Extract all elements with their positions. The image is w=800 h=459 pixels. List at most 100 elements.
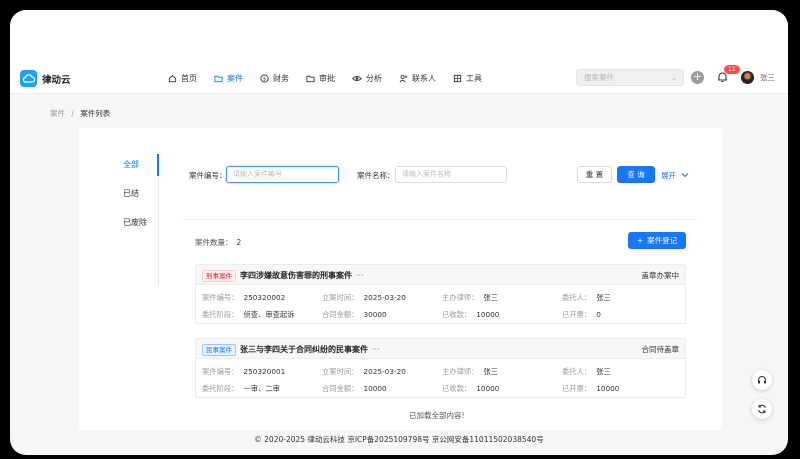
field-value: 0 bbox=[596, 310, 601, 319]
folder-icon bbox=[214, 75, 223, 83]
chevron-down-icon: ⌄ bbox=[670, 73, 677, 82]
chevron-down-icon bbox=[682, 173, 689, 178]
nav-item-approval[interactable]: 审批 bbox=[306, 63, 335, 94]
sidebar-item-all[interactable]: 全部 bbox=[79, 150, 158, 179]
field-received: 已收款： 10000 bbox=[442, 310, 499, 320]
device-frame: 律动云 首页 案件 $ 财务 审批 分析 联系人 工具 搜索案件 ⌄ + 11 … bbox=[0, 0, 800, 459]
field-value: 张三 bbox=[483, 367, 499, 376]
field-key: 立案时间： bbox=[322, 293, 359, 302]
nav-item-tools[interactable]: 工具 bbox=[453, 63, 482, 94]
field-case-number: 案件编号： 250320002 bbox=[202, 293, 285, 303]
field-value: 张三 bbox=[596, 367, 611, 376]
field-filing-date: 立案时间： 2025-03-20 bbox=[322, 293, 406, 303]
field-key: 委托人： bbox=[562, 367, 592, 376]
case-card-civil[interactable]: 民事案件 张三与李四关于合同纠纷的民事案件 ··· 合同待盖章 案件编号： 2503… bbox=[195, 338, 686, 398]
case-title[interactable]: 李四涉嫌故意伤害罪的刑事案件 ··· bbox=[240, 270, 364, 281]
field-key: 合同金额： bbox=[322, 384, 359, 393]
field-value: 250320002 bbox=[243, 293, 286, 302]
eye-icon bbox=[352, 76, 362, 81]
app-window: 律动云 首页 案件 $ 财务 审批 分析 联系人 工具 搜索案件 ⌄ + 11 … bbox=[10, 10, 788, 455]
case-card-header: 民事案件 张三与李四关于合同纠纷的民事案件 ··· 合同待盖章 bbox=[196, 339, 685, 359]
case-count: 案件数量： 2 bbox=[195, 237, 241, 248]
field-lead-lawyer: 主办律师： 张三 bbox=[442, 293, 498, 303]
field-stage: 委托阶段： 一审、二审 bbox=[202, 384, 280, 394]
nav-item-cases[interactable]: 案件 bbox=[214, 63, 243, 94]
field-key: 已开票： bbox=[562, 310, 592, 319]
case-number-input[interactable]: 请输入案件编号 bbox=[226, 166, 339, 183]
field-key: 已收款： bbox=[442, 310, 472, 319]
case-search-placeholder: 搜索案件 bbox=[584, 73, 614, 82]
main-nav: 首页 案件 $ 财务 审批 分析 联系人 工具 bbox=[168, 63, 499, 94]
sidebar-item-closed[interactable]: 已结 bbox=[79, 179, 158, 208]
field-contract-amount: 合同金额： 30000 bbox=[322, 310, 387, 320]
field-key: 委托阶段： bbox=[202, 310, 239, 319]
field-value: 10000 bbox=[363, 384, 387, 393]
top-blank-area bbox=[10, 10, 788, 63]
case-name-input[interactable]: 请输入案件名称 bbox=[395, 166, 507, 183]
nav-item-analysis[interactable]: 分析 bbox=[352, 63, 382, 94]
case-count-value: 2 bbox=[236, 238, 242, 247]
field-value: 30000 bbox=[363, 310, 387, 319]
support-headset-button[interactable] bbox=[752, 370, 772, 390]
field-key: 委托人： bbox=[562, 293, 592, 302]
case-type-tag: 刑事案件 bbox=[202, 270, 236, 282]
query-button[interactable]: 查 询 bbox=[617, 166, 655, 183]
field-received: 已收款： 10000 bbox=[442, 384, 499, 394]
field-key: 案件编号： bbox=[202, 293, 239, 302]
more-icon[interactable]: ··· bbox=[356, 271, 364, 280]
nav-label-analysis: 分析 bbox=[366, 74, 382, 83]
dollar-icon: $ bbox=[260, 74, 269, 83]
case-count-label: 案件数量： bbox=[195, 238, 233, 247]
contacts-icon bbox=[399, 74, 408, 83]
case-search-select[interactable]: 搜索案件 ⌄ bbox=[576, 69, 684, 86]
headset-icon bbox=[758, 376, 766, 384]
filter-divider bbox=[182, 219, 698, 220]
add-plus-button[interactable]: + bbox=[691, 71, 704, 84]
brand-name[interactable]: 律动云 bbox=[42, 72, 71, 86]
footer-text: © 2020-2025 律动云科技 京ICP备2025109798号 京公网安备… bbox=[254, 435, 544, 444]
status-sidebar: 全部 已结 已废除 bbox=[79, 150, 158, 237]
nav-label-home: 首页 bbox=[181, 74, 197, 83]
case-card-header: 刑事案件 李四涉嫌故意伤害罪的刑事案件 ··· 盖章办案中 bbox=[196, 265, 685, 285]
field-value: 10000 bbox=[596, 384, 620, 393]
field-invoiced: 已开票： 0 bbox=[562, 310, 601, 320]
field-key: 主办律师： bbox=[442, 367, 479, 376]
nav-label-tools: 工具 bbox=[466, 74, 482, 83]
field-key: 已收款： bbox=[442, 384, 472, 393]
case-name-label: 案件名称： bbox=[357, 171, 395, 180]
breadcrumb-separator: / bbox=[71, 109, 74, 118]
all-loaded-text: 已加载全部内容! bbox=[409, 411, 465, 420]
refresh-button[interactable] bbox=[752, 399, 772, 419]
case-number-label: 案件编号： bbox=[189, 171, 227, 180]
reset-button[interactable]: 重 置 bbox=[577, 166, 612, 183]
more-icon[interactable]: ··· bbox=[372, 345, 380, 354]
field-lead-lawyer: 主办律师： 张三 bbox=[442, 367, 498, 377]
field-value: 张三 bbox=[483, 293, 499, 302]
nav-item-contacts[interactable]: 联系人 bbox=[399, 63, 436, 94]
notification-count-badge: 11 bbox=[724, 65, 740, 74]
field-value: 10000 bbox=[476, 310, 500, 319]
breadcrumb-parent[interactable]: 案件 bbox=[50, 109, 65, 118]
username[interactable]: 张三 bbox=[760, 72, 775, 83]
case-card-criminal[interactable]: 刑事案件 李四涉嫌故意伤害罪的刑事案件 ··· 盖章办案中 案件编号： 250320… bbox=[195, 264, 686, 324]
breadcrumb: 案件 / 案件列表 bbox=[50, 108, 110, 119]
case-title[interactable]: 张三与李四关于合同纠纷的民事案件 ··· bbox=[240, 344, 380, 355]
field-client: 委托人： 张三 bbox=[562, 293, 611, 303]
field-key: 合同金额： bbox=[322, 310, 359, 319]
field-contract-amount: 合同金额： 10000 bbox=[322, 384, 387, 394]
field-value: 10000 bbox=[476, 384, 500, 393]
tools-icon bbox=[453, 74, 462, 83]
field-invoiced: 已开票： 10000 bbox=[562, 384, 619, 394]
top-navbar: 律动云 首页 案件 $ 财务 审批 分析 联系人 工具 搜索案件 ⌄ + 11 … bbox=[10, 63, 788, 94]
field-key: 立案时间： bbox=[322, 367, 359, 376]
avatar[interactable] bbox=[741, 71, 754, 84]
plus-icon: + bbox=[636, 236, 644, 245]
field-value: 250320001 bbox=[243, 367, 286, 376]
sidebar-item-abolished[interactable]: 已废除 bbox=[79, 208, 158, 237]
nav-item-home[interactable]: 首页 bbox=[168, 63, 197, 94]
register-case-button[interactable]: + 案件登记 bbox=[628, 232, 686, 249]
field-value: 侦查、审查起诉 bbox=[243, 310, 295, 319]
sidebar-divider bbox=[158, 176, 159, 286]
expand-filters-link[interactable]: 展开 bbox=[661, 170, 689, 181]
nav-item-finance[interactable]: $ 财务 bbox=[260, 63, 289, 94]
